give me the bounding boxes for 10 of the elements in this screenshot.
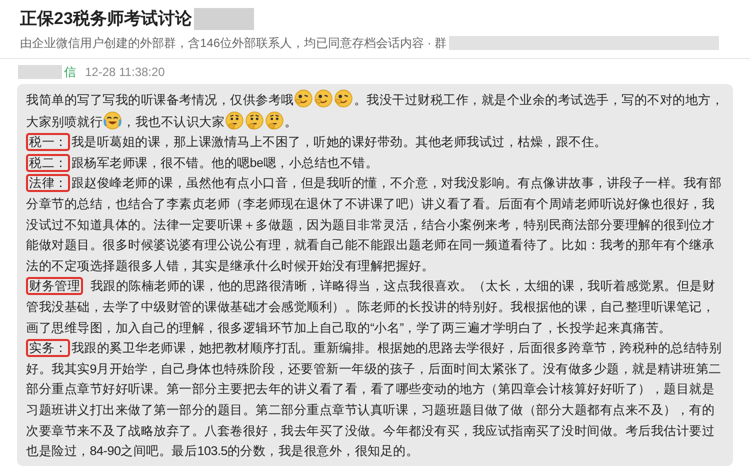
message-time: 12-28 11:38:20 xyxy=(85,64,165,81)
chat-title: 正保23税务师考试讨论 xyxy=(20,8,192,30)
message-paragraph: 法律： 跟赵俊峰老师的课，虽然他有点小口音，但是我听的懂，不介意，对我没影响。有点像讲故事，讲段子一样。我有部分章节的总结，也结合了李素贞老师（李老师现在退休了不讲课了吧）讲义看了看。后面有个周靖老师听说好像也很好，我没试过不知道具体的。法律一定要听课＋多做题，因为题目非常灵活，结合小案例来考，特别民商法部分要理解的很到位才能做对题目。很多时候婆说婆有理公说公有理，就看自己能不能跟出题老师在同一频道看待了。比如：我考的那年有个继承法的不定项选择题很多人错，其实是继承什么时候开始没有理解把握好。 xyxy=(26,173,722,275)
message-paragraph: 税二： 跟杨军老师课，很不错。他的嗯be嗯，小总结也不错。 xyxy=(26,152,724,174)
group-description: 由企业微信用户创建的外部群，含146位外部联系人，均已同意存档会话内容 · 群 xyxy=(20,35,447,52)
message-paragraph: 税一： 我是听葛姐的课，那上课激情马上不困了，听她的课好带劲。其他老师我试过，枯燥，跟不住。 xyxy=(26,132,724,153)
message-paragraph: 实务： 我跟的奚卫华老师课，她把教材顺序打乱。重新编排。根据她的思路去学很好，后面很多跨章节，跨税种的总结特别好。我其实9月开始学，自己身体也特殊阶段，还要管新一年级的孩子，后面时间太紧张了。没有做多少题，就是精讲班第二部分重点章节好好听课。第一部分主要把去年的讲义看了看，看了哪些变动的地方（第四章会计核算好好听了），题目就是习题班讲义打出来做了第一部分的题目。第二部分重点章节认真听课，习题班题目做了做（部分大题都有点来不及），有的次要章节来不及了战略放弃了。八套卷很好，我去年买了没做。今年都没有买，我应试指南买了没时间做。考后我估计要过也是险过，84-90之间吧。最后103.5的分数，我是很意外，很知足的。 xyxy=(26,338,722,460)
message-paragraph: 财务管理 我跟的陈楠老师的课，他的思路很清晰，详略得当，这点我很喜欢。（太长，太细的课，我听着感觉累。但是财管我没基础，去学了中级财管的课做基础才会感觉顺利）。陈老师的长投讲的特别好。我根据他的课，自己整理听课笔记，画了思维导图，加入自己的理解，很多逻辑环节加上自己取的“小名”，学了两三遍才学明白了，长投学起来真痛苦。 xyxy=(26,276,716,337)
message-intro: 我简单的写了写我的听课备考情况，仅供参考哦 。我没干过财税工作，就是个业余的考试选手，写的不对的地方，大家别喷就行 ，我也不认识大家 。 xyxy=(26,89,724,132)
sender-name: 信 xyxy=(64,64,76,81)
